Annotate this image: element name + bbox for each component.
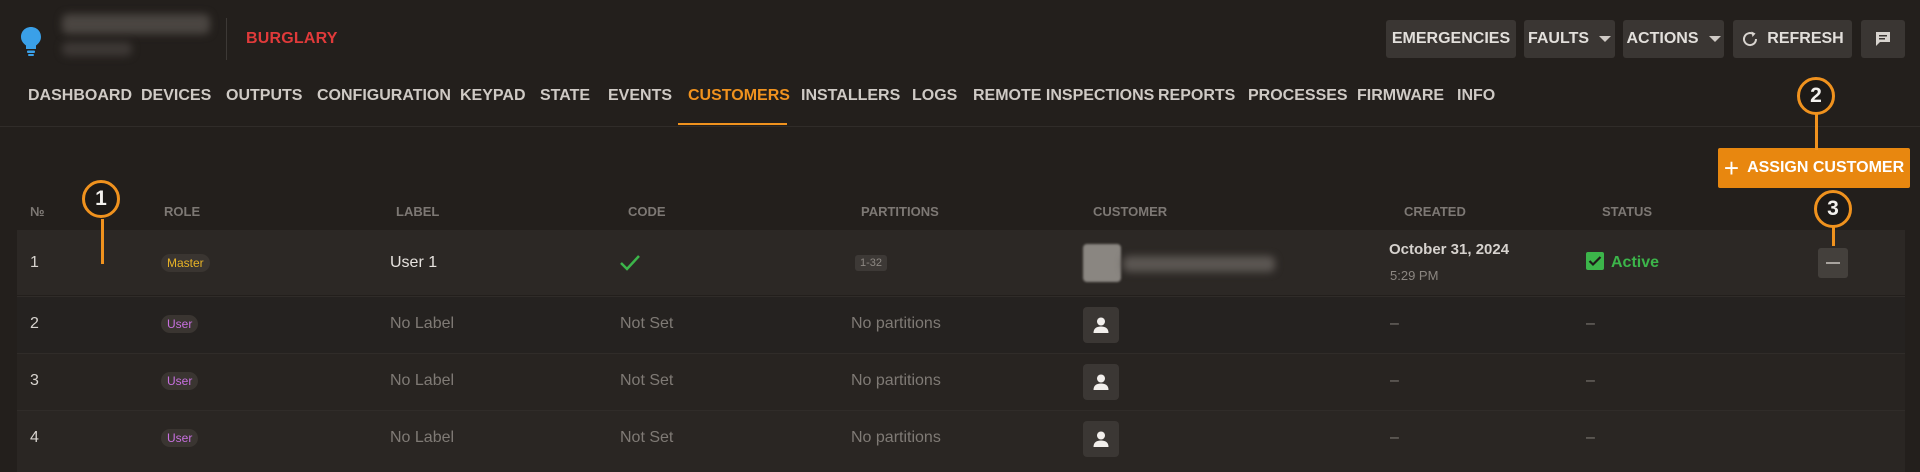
lightbulb-icon — [21, 27, 41, 56]
tab-info[interactable]: INFO — [1457, 82, 1495, 126]
tab-firmware[interactable]: FIRMWARE — [1357, 82, 1444, 126]
chevron-down-icon — [1708, 36, 1721, 42]
actions-dropdown[interactable]: ACTIONS — [1623, 20, 1724, 58]
add-customer-avatar[interactable] — [1083, 364, 1119, 400]
table-row[interactable]: 3 User No Label Not Set No partitions – … — [17, 353, 1905, 410]
tab-events[interactable]: EVENTS — [608, 82, 672, 126]
column-header-status[interactable]: STATUS — [1602, 204, 1652, 219]
add-customer-avatar[interactable] — [1083, 307, 1119, 343]
code-value: Not Set — [620, 315, 674, 332]
column-header-code: CODE — [628, 204, 666, 219]
created-time: 5:29 PM — [1390, 268, 1439, 283]
step-marker-3: 3 — [1814, 190, 1852, 228]
table-row[interactable]: 2 User No Label Not Set No partitions – … — [17, 296, 1905, 353]
person-icon — [1093, 317, 1109, 333]
header-divider — [226, 18, 227, 60]
marker-2-connector — [1815, 114, 1818, 150]
tab-installers[interactable]: INSTALLERS — [801, 82, 900, 126]
customer-avatar — [1083, 244, 1121, 282]
main-tabs: DASHBOARD DEVICES OUTPUTS CONFIGURATION … — [0, 82, 1920, 127]
tab-outputs[interactable]: OUTPUTS — [226, 82, 302, 126]
user-label: No Label — [390, 429, 455, 446]
tab-configuration[interactable]: CONFIGURATION — [317, 82, 451, 126]
emergencies-label: EMERGENCIES — [1391, 30, 1511, 47]
status-value: – — [1586, 429, 1595, 446]
partitions-value: No partitions — [851, 315, 941, 332]
tab-logs[interactable]: LOGS — [912, 82, 957, 126]
created-value: – — [1390, 315, 1399, 332]
row-number: 1 — [30, 254, 39, 271]
checkbox-icon — [1586, 252, 1604, 270]
status-value: – — [1586, 315, 1595, 332]
column-header-customer[interactable]: CUSTOMER — [1093, 204, 1167, 219]
role-badge: Master — [161, 254, 210, 272]
panel-name-redacted — [62, 14, 210, 34]
tab-processes[interactable]: PROCESSES — [1248, 82, 1348, 126]
role-badge: User — [161, 372, 199, 390]
user-label: User 1 — [390, 254, 438, 271]
marker-1-connector — [101, 219, 104, 264]
customer-email-redacted — [1123, 256, 1275, 272]
chevron-down-icon — [1599, 36, 1612, 42]
plus-icon: + — [1723, 153, 1740, 183]
person-icon — [1093, 431, 1109, 447]
partition-chip: 1-32 — [855, 255, 888, 271]
table-row[interactable]: 1 Master User 1 1-32 October 31, 2024 5:… — [17, 230, 1905, 295]
refresh-label: REFRESH — [1767, 30, 1844, 47]
refresh-button[interactable]: REFRESH — [1733, 20, 1852, 58]
assign-customer-button[interactable]: + ASSIGN CUSTOMER — [1718, 148, 1910, 188]
panel-id-redacted — [62, 42, 132, 56]
step-marker-1: 1 — [82, 180, 120, 218]
partitions-value: No partitions — [851, 372, 941, 389]
refresh-icon — [1743, 31, 1758, 47]
row-number: 2 — [30, 315, 39, 332]
column-header-number: № — [30, 204, 45, 219]
check-icon — [620, 255, 640, 271]
messages-button[interactable] — [1861, 20, 1905, 58]
step-marker-2: 2 — [1797, 77, 1835, 115]
minus-icon — [1826, 262, 1840, 264]
user-label: No Label — [390, 315, 455, 332]
assign-customer-label: ASSIGN CUSTOMER — [1747, 159, 1905, 176]
created-value: – — [1390, 372, 1399, 389]
role-badge: User — [161, 315, 199, 333]
section-title: BURGLARY — [246, 30, 338, 47]
status-value: – — [1586, 372, 1595, 389]
actions-label: ACTIONS — [1626, 30, 1699, 47]
row-action-button[interactable] — [1818, 248, 1848, 278]
person-icon — [1093, 374, 1109, 390]
tab-reports[interactable]: REPORTS — [1158, 82, 1235, 126]
tab-devices[interactable]: DEVICES — [141, 82, 211, 126]
role-badge: User — [161, 429, 199, 447]
row-number: 3 — [30, 372, 39, 389]
tab-keypad[interactable]: KEYPAD — [460, 82, 526, 126]
tab-dashboard[interactable]: DASHBOARD — [28, 82, 132, 126]
partitions-value: No partitions — [851, 429, 941, 446]
column-header-label[interactable]: LABEL — [396, 204, 439, 219]
faults-label: FAULTS — [1527, 30, 1590, 47]
add-customer-avatar[interactable] — [1083, 421, 1119, 457]
top-bar: BURGLARY EMERGENCIES FAULTS ACTIONS REFR… — [0, 0, 1920, 80]
user-label: No Label — [390, 372, 455, 389]
tab-state[interactable]: STATE — [540, 82, 590, 126]
active-tab-indicator — [678, 123, 787, 125]
column-header-created[interactable]: CREATED — [1404, 204, 1466, 219]
faults-dropdown[interactable]: FAULTS — [1524, 20, 1615, 58]
marker-3-connector — [1832, 226, 1835, 246]
column-header-role[interactable]: ROLE — [164, 204, 200, 219]
chat-icon — [1876, 32, 1890, 46]
column-header-partitions: PARTITIONS — [861, 204, 939, 219]
code-value: Not Set — [620, 429, 674, 446]
emergencies-button[interactable]: EMERGENCIES — [1386, 20, 1516, 58]
row-number: 4 — [30, 429, 39, 446]
table-row[interactable]: 4 User No Label Not Set No partitions – … — [17, 410, 1905, 472]
code-value: Not Set — [620, 372, 674, 389]
tab-remote-inspections[interactable]: REMOTE INSPECTIONS — [973, 82, 1154, 126]
created-date: October 31, 2024 — [1389, 241, 1510, 258]
created-value: – — [1390, 429, 1399, 446]
tab-customers[interactable]: CUSTOMERS — [688, 82, 790, 126]
status-active: Active — [1611, 254, 1660, 271]
